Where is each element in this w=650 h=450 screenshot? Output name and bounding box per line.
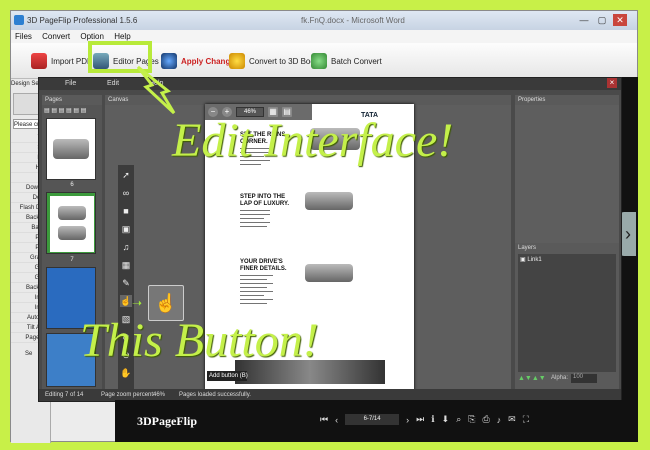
- last-page-icon[interactable]: ⏭: [416, 414, 424, 425]
- convert-3d-book-button[interactable]: Convert to 3D Book: [229, 49, 319, 73]
- thumb-page: [50, 196, 94, 252]
- batch-convert-icon: [311, 53, 327, 69]
- link-icon[interactable]: ∞: [120, 187, 132, 199]
- download-icon[interactable]: ⬇: [442, 414, 450, 425]
- batch-convert-button[interactable]: Batch Convert: [311, 49, 382, 73]
- convert-icon: [229, 53, 245, 69]
- hand-icon[interactable]: ✋: [120, 367, 132, 379]
- editor-menu-edit[interactable]: Edit: [107, 78, 119, 90]
- first-page-icon[interactable]: ⏮: [320, 414, 328, 425]
- maximize-button[interactable]: ▢: [595, 14, 609, 26]
- menu-files[interactable]: Files: [11, 30, 36, 43]
- editor-menu-file[interactable]: File: [65, 78, 76, 90]
- share-icon[interactable]: ⎘: [468, 414, 475, 425]
- arrow-right-icon: ➝: [132, 296, 143, 310]
- audio-icon[interactable]: ♫: [120, 241, 132, 253]
- minimize-button[interactable]: —: [577, 14, 591, 26]
- image-icon[interactable]: ▣: [120, 223, 132, 235]
- pointer-icon[interactable]: ➚: [120, 169, 132, 181]
- window-title: 3D PageFlip Professional 1.5.6: [27, 16, 138, 25]
- video-icon[interactable]: ■: [120, 205, 132, 217]
- pages-header: Pages: [42, 95, 102, 105]
- layer-item-label: Link1: [527, 257, 542, 263]
- page-thumbnail-selected[interactable]: [46, 192, 96, 254]
- layer-item[interactable]: ▣ Link1: [518, 254, 616, 265]
- fullscreen-icon[interactable]: ⛶: [523, 414, 529, 425]
- page-thumbnail[interactable]: [46, 118, 96, 180]
- layers-header: Layers: [515, 243, 619, 253]
- flash-icon[interactable]: ✎: [120, 277, 132, 289]
- viewer-controls: ⏮ ‹ 6-7/14 › ⏭ ℹ ⬇ ⌕ ⎘ ⎙ ♪ ✉ ⛶: [320, 414, 529, 425]
- sound-icon[interactable]: ♪: [497, 415, 502, 425]
- prev-page-icon[interactable]: ‹: [335, 415, 338, 425]
- editor-close-icon[interactable]: ×: [607, 78, 617, 88]
- properties-panel: Properties Layers ▣ Link1 ▲▼▲▼ Alpha: 10…: [515, 95, 619, 389]
- layers-panel: Layers ▣ Link1 ▲▼▲▼ Alpha: 100: [515, 243, 619, 389]
- car-image: [305, 192, 353, 210]
- title-bar: 3D PageFlip Professional 1.5.6 fk.FnQ.do…: [11, 11, 637, 30]
- layer-list: ▣ Link1: [518, 254, 616, 372]
- car-image: [58, 206, 86, 220]
- next-page-icon[interactable]: ›: [406, 415, 409, 425]
- alpha-label: Alpha:: [551, 375, 569, 381]
- print-icon[interactable]: ⎙: [482, 414, 489, 425]
- viewer-logo: 3DPageFlip: [137, 414, 197, 428]
- thumbnail-number: 6: [70, 182, 74, 188]
- info-icon[interactable]: ℹ: [431, 414, 434, 425]
- import-pdf-button[interactable]: Import PDF: [31, 49, 92, 73]
- background-doc-title: fk.FnQ.docx - Microsoft Word: [301, 16, 405, 25]
- toolbar: Import PDF Editor Pages Apply Change Con…: [11, 41, 637, 79]
- page-number-field[interactable]: 6-7/14: [345, 414, 400, 425]
- layer-order-icons[interactable]: ▲▼▲▼: [518, 375, 546, 382]
- zoom-icon[interactable]: ⌕: [456, 414, 461, 425]
- properties-header: Properties: [515, 95, 619, 105]
- car-image: [305, 264, 353, 282]
- editor-menu-bar: File Edit Help ×: [39, 78, 621, 90]
- close-window-button[interactable]: ✕: [613, 14, 627, 26]
- overlay-edit-interface-text: Edit Interface!: [172, 114, 454, 167]
- import-pdf-label: Import PDF: [51, 56, 92, 66]
- pdf-icon: [31, 53, 47, 69]
- mail-icon[interactable]: ✉: [508, 414, 516, 425]
- pages-toolbar-icons[interactable]: ▤ ▤ ▤ ▤ ▤ ▤: [44, 107, 100, 115]
- app-logo-icon: [14, 15, 24, 25]
- thumbnail-number: 7: [70, 257, 74, 263]
- viewer-bottom-bar: 3DPageFlip ⏮ ‹ 6-7/14 › ⏭ ℹ ⬇ ⌕ ⎘ ⎙ ♪ ✉ …: [115, 400, 638, 442]
- gallery-icon[interactable]: ▦: [120, 259, 132, 271]
- button-icon[interactable]: ☝: [120, 295, 132, 307]
- status-editing: Editing 7 of 14: [45, 392, 84, 398]
- next-page-arrow-icon[interactable]: ›: [620, 212, 636, 256]
- batch-convert-label: Batch Convert: [331, 56, 382, 66]
- car-image: [53, 139, 89, 159]
- menu-convert[interactable]: Convert: [38, 30, 74, 43]
- car-image: [58, 226, 86, 240]
- add-button-tooltip: Add button (B): [207, 371, 248, 381]
- overlay-this-button-text: This Button!: [80, 314, 319, 367]
- alpha-input[interactable]: 100: [571, 374, 597, 383]
- article-body: ▬▬▬▬▬▬▬▬▬▬▬▬▬▬▬▬▬▬▬▬▬▬▬▬▬▬▬▬▬▬▬▬▬▬▬▬▬▬▬▬…: [240, 208, 270, 228]
- convert-3d-label: Convert to 3D Book: [249, 56, 319, 66]
